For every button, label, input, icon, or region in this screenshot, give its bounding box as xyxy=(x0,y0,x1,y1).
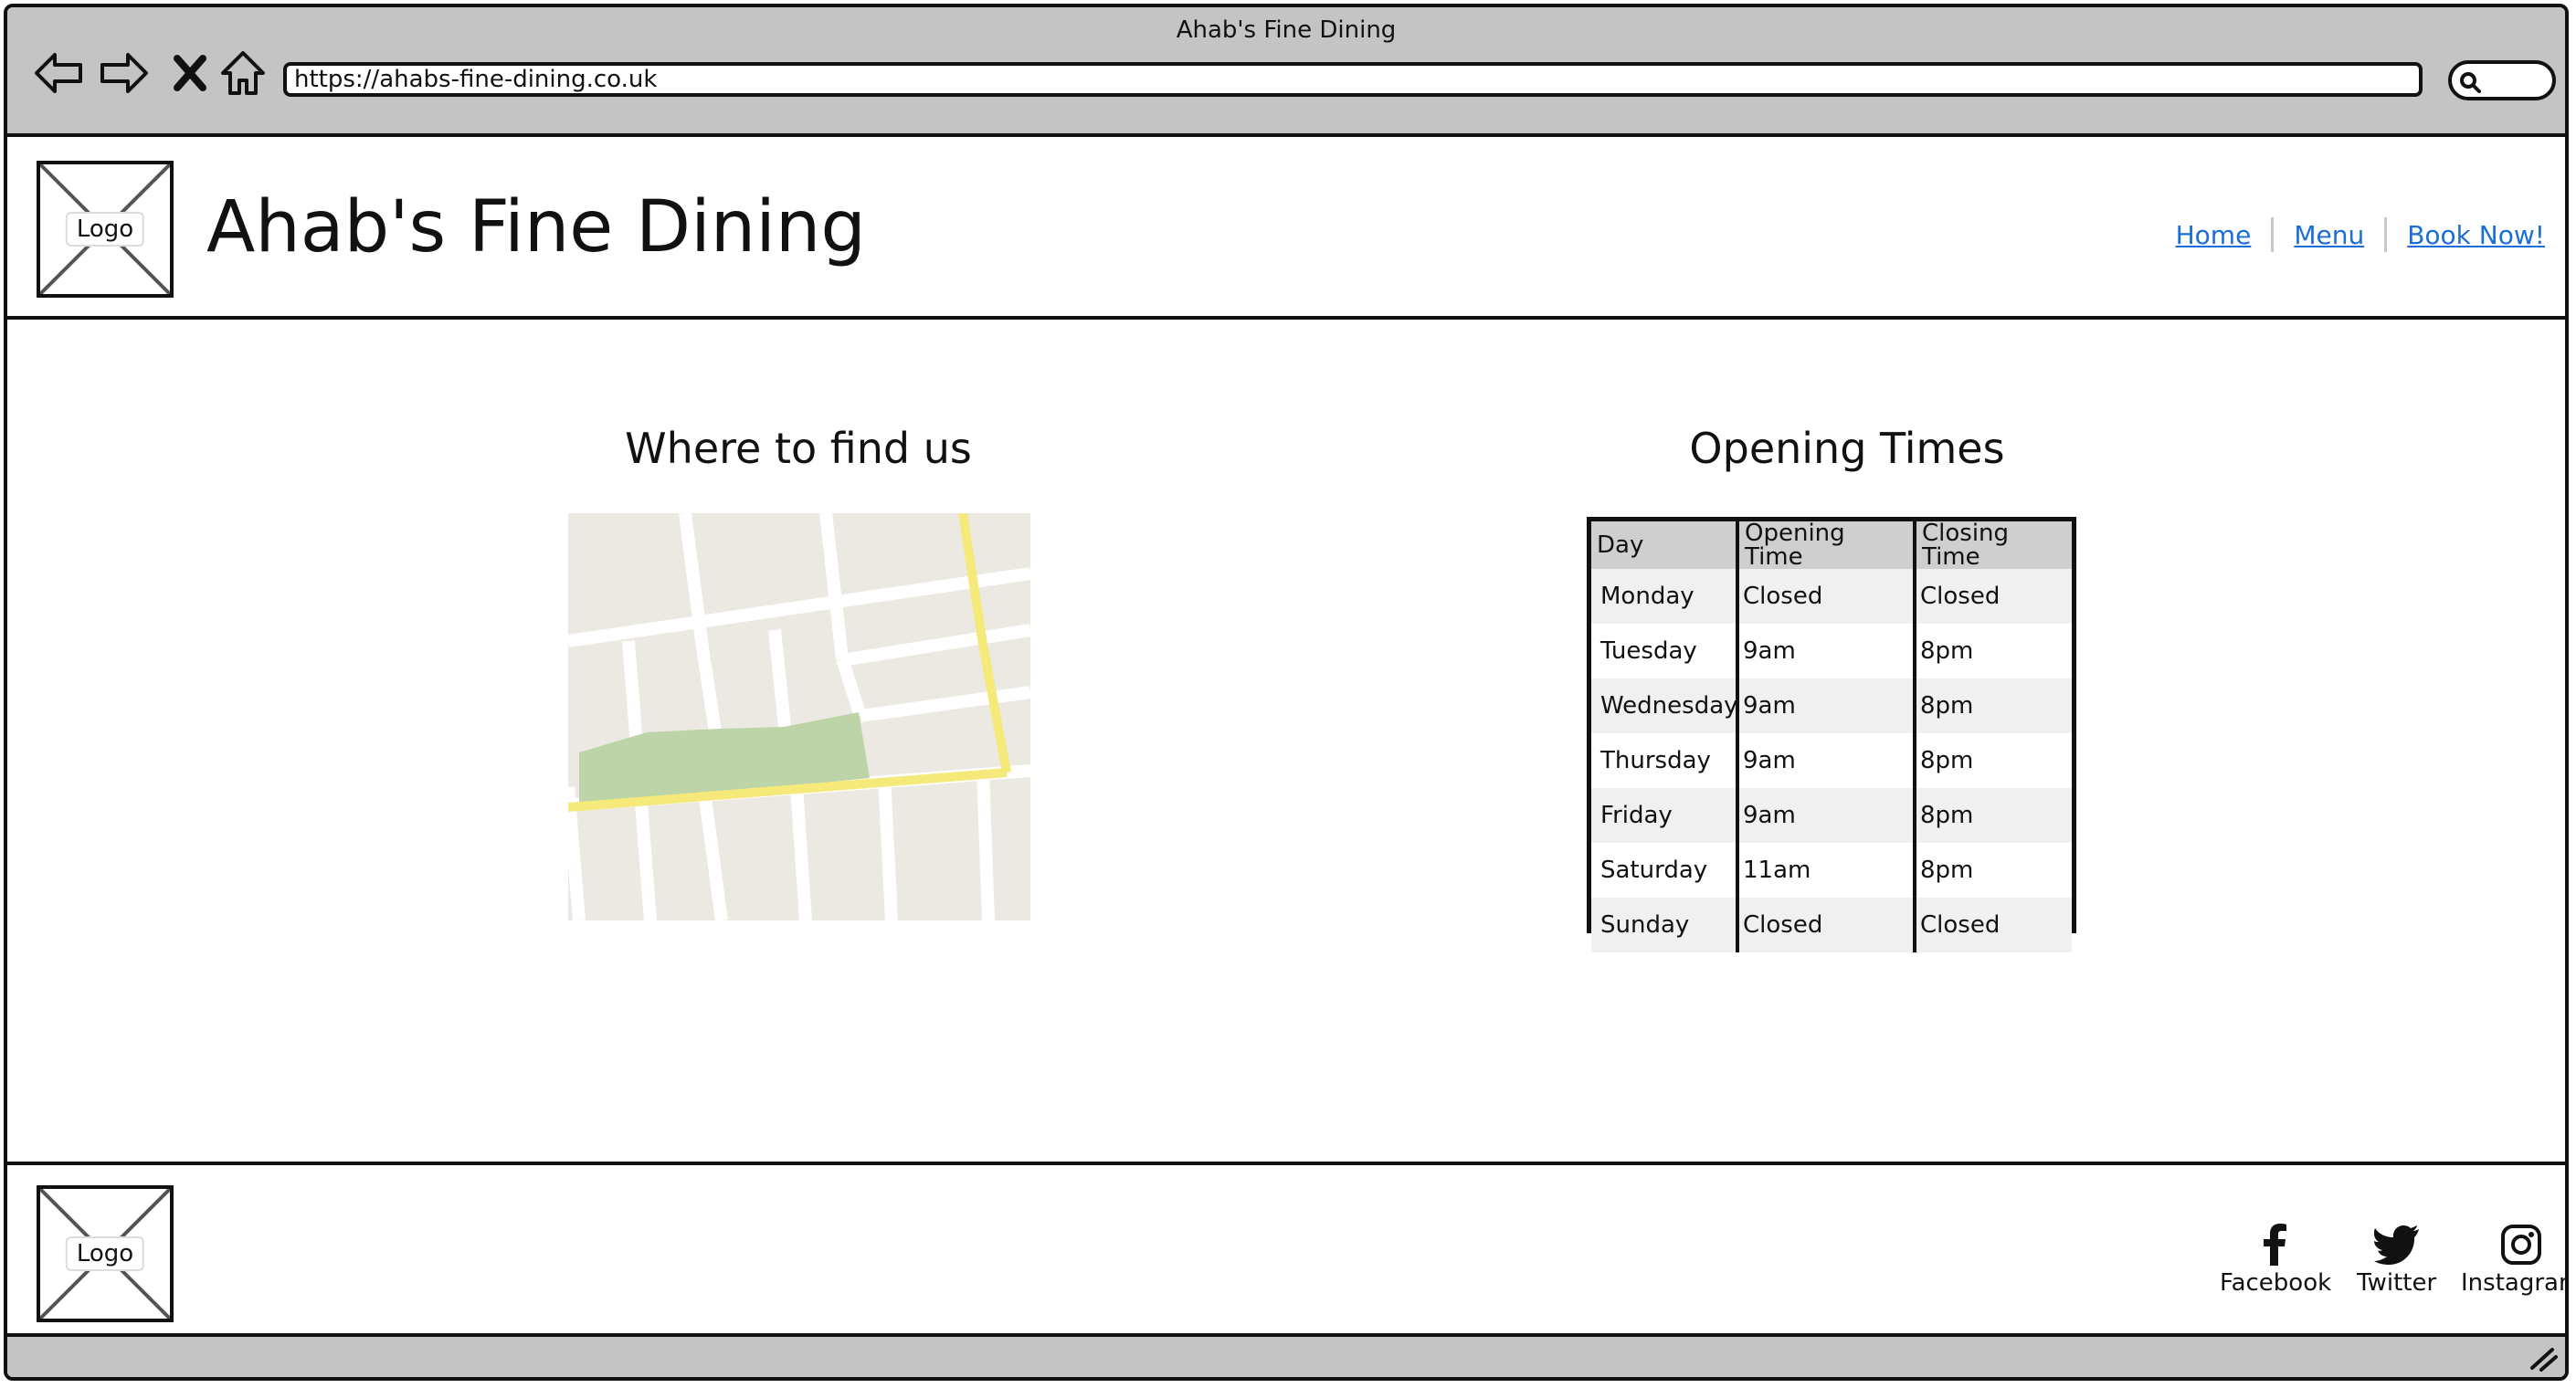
day-cell: Tuesday xyxy=(1591,624,1737,678)
closing-time-cell: 8pm xyxy=(1913,788,2072,843)
day-cell: Monday xyxy=(1591,569,1737,624)
nav-home-link[interactable]: Home xyxy=(2176,220,2252,250)
location-title: Where to find us xyxy=(625,424,972,473)
opening-time-cell: Closed xyxy=(1736,898,1915,952)
facebook-icon xyxy=(2264,1224,2287,1266)
site-footer: Logo Facebook Twitter Instagram xyxy=(7,1162,2565,1348)
location-map[interactable] xyxy=(568,513,1030,920)
header-logo-placeholder[interactable]: Logo xyxy=(37,161,174,298)
opening-time-cell: 9am xyxy=(1736,788,1915,843)
table-row: Monday Closed Closed xyxy=(1591,569,2072,624)
twitter-icon xyxy=(2373,1225,2419,1265)
day-cell: Wednesday xyxy=(1591,678,1738,733)
table-row: Friday 9am 8pm xyxy=(1591,788,2072,843)
browser-chrome: Ahab's Fine Dining https://ahabs-fine-di… xyxy=(7,7,2565,137)
column-header-day: Day xyxy=(1591,521,1737,569)
closing-time-cell: 8pm xyxy=(1913,678,2072,733)
opening-time-cell: 9am xyxy=(1736,733,1915,788)
map-graphic xyxy=(568,513,1030,920)
logo-label: Logo xyxy=(65,1236,145,1271)
closing-time-cell: 8pm xyxy=(1913,624,2072,678)
main-nav: Home Menu Book Now! xyxy=(2176,217,2545,252)
day-cell: Thursday xyxy=(1591,733,1737,788)
address-bar[interactable]: https://ahabs-fine-dining.co.uk xyxy=(283,62,2423,97)
table-row: Sunday Closed Closed xyxy=(1591,898,2072,952)
table-row: Tuesday 9am 8pm xyxy=(1591,624,2072,678)
day-cell: Saturday xyxy=(1591,843,1737,898)
footer-logo-placeholder[interactable]: Logo xyxy=(37,1185,174,1322)
browser-window: Ahab's Fine Dining https://ahabs-fine-di… xyxy=(4,4,2569,1381)
instagram-link[interactable]: Instagram xyxy=(2461,1224,2565,1297)
table-row: Wednesday 9am 8pm xyxy=(1591,678,2072,733)
closing-time-cell: Closed xyxy=(1913,898,2072,952)
nav-book-now-link[interactable]: Book Now! xyxy=(2407,220,2545,250)
opening-time-cell: 9am xyxy=(1736,624,1915,678)
logo-label: Logo xyxy=(65,212,145,247)
closing-time-cell: 8pm xyxy=(1913,843,2072,898)
opening-times-table: Day Opening Time Closing Time Monday Clo… xyxy=(1587,517,2076,952)
window-title: Ahab's Fine Dining xyxy=(1176,16,1397,44)
home-icon[interactable] xyxy=(219,47,270,99)
closing-time-cell: 8pm xyxy=(1913,733,2072,788)
instagram-icon xyxy=(2501,1225,2542,1265)
table-header-row: Day Opening Time Closing Time xyxy=(1591,521,2072,569)
opening-time-cell: 9am xyxy=(1736,678,1915,733)
column-header-opening: Opening Time xyxy=(1736,521,1915,569)
day-cell: Friday xyxy=(1591,788,1737,843)
twitter-label: Twitter xyxy=(2357,1269,2437,1297)
facebook-label: Facebook xyxy=(2220,1269,2332,1297)
back-arrow-icon[interactable] xyxy=(33,47,84,99)
browser-status-bar xyxy=(7,1333,2565,1377)
opening-time-cell: Closed xyxy=(1736,569,1915,624)
instagram-label: Instagram xyxy=(2461,1269,2565,1297)
nav-divider xyxy=(2271,217,2275,252)
stop-x-icon[interactable] xyxy=(170,47,221,99)
search-icon xyxy=(2460,72,2481,93)
site-title: Ahab's Fine Dining xyxy=(206,186,866,268)
table-row: Saturday 11am 8pm xyxy=(1591,843,2072,898)
twitter-link[interactable]: Twitter xyxy=(2357,1224,2436,1297)
column-header-closing: Closing Time xyxy=(1913,521,2072,569)
resize-grip-icon[interactable] xyxy=(2527,1344,2558,1372)
table-row: Thursday 9am 8pm xyxy=(1591,733,2072,788)
forward-arrow-icon[interactable] xyxy=(99,47,150,99)
nav-divider xyxy=(2384,217,2388,252)
facebook-link[interactable]: Facebook xyxy=(2220,1224,2331,1297)
opening-time-cell: 11am xyxy=(1736,843,1915,898)
nav-menu-link[interactable]: Menu xyxy=(2294,220,2364,250)
browser-search-field[interactable] xyxy=(2448,60,2556,100)
closing-time-cell: Closed xyxy=(1913,569,2072,624)
day-cell: Sunday xyxy=(1591,898,1737,952)
opening-times-title: Opening Times xyxy=(1689,424,2005,473)
